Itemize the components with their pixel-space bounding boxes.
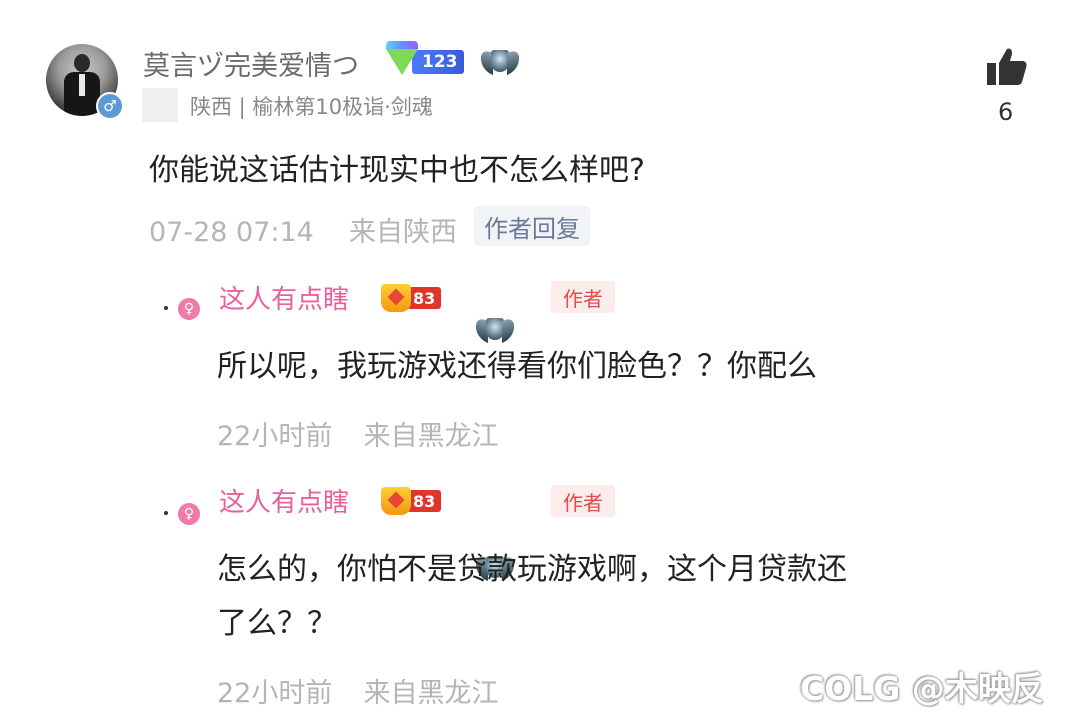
level-badge: 83 <box>381 486 442 516</box>
main-comment-meta: 07-28 07:14 来自陕西 <box>149 210 457 249</box>
reply-username[interactable]: 这人有点瞎 <box>219 279 349 316</box>
from-location: 来自黑龙江 <box>363 421 499 452</box>
reply-username[interactable]: 这人有点瞎 <box>219 482 349 519</box>
timestamp: 07-28 07:14 <box>149 217 314 248</box>
signature-image <box>142 88 178 122</box>
reply-text: 所以呢，我玩游戏还得看你们脸色？？你配么 <box>217 349 817 384</box>
crown-icon <box>381 284 411 312</box>
watermark: COLG @木映反 <box>800 669 1044 708</box>
main-avatar[interactable]: ♂ <box>46 44 124 120</box>
rank-wing-icon <box>481 45 519 79</box>
level-badge: 83 <box>381 283 442 313</box>
comment-thread: ♂ 莫言ヅ完美爱情つ 123 陕西 | 榆林第10极诣·剑魂 你能说这话估计现实… <box>0 0 1080 727</box>
author-reply-button[interactable]: 作者回复 <box>474 206 590 246</box>
from-location: 来自陕西 <box>349 217 458 248</box>
level-number: 83 <box>407 490 442 512</box>
crown-icon <box>381 487 411 515</box>
reply-meta: 22小时前 来自黑龙江 <box>217 414 499 453</box>
main-comment-text: 你能说这话估计现实中也不怎么样吧? <box>149 153 645 188</box>
thumbs-up-icon[interactable] <box>985 45 1029 89</box>
reply-bullet <box>164 511 168 515</box>
reply-bullet <box>164 306 168 310</box>
female-icon: ♀ <box>178 298 200 320</box>
diamond-icon <box>386 41 418 75</box>
reply-text-line: 怎么的，你怕不是贷款玩游戏啊，这个月贷款还 <box>217 552 847 587</box>
author-tag: 作者 <box>551 281 615 313</box>
reply-text-line: 了么？？ <box>217 606 337 641</box>
like-count: 6 <box>998 98 1014 126</box>
location-server-line: 陕西 | 榆林第10极诣·剑魂 <box>190 95 433 119</box>
level-number: 83 <box>407 287 442 309</box>
female-icon: ♀ <box>178 503 200 525</box>
author-tag: 作者 <box>551 485 615 517</box>
male-icon: ♂ <box>96 92 124 120</box>
from-location: 来自黑龙江 <box>363 678 499 709</box>
reply-meta: 22小时前 来自黑龙江 <box>217 671 499 710</box>
level-badge: 123 <box>386 41 464 78</box>
timestamp: 22小时前 <box>217 421 333 452</box>
timestamp: 22小时前 <box>217 678 333 709</box>
main-username[interactable]: 莫言ヅ完美爱情つ <box>143 44 359 83</box>
reply-text: 怎么的，你怕不是贷款玩游戏啊，这个月贷款还 了么？？ <box>217 543 957 651</box>
level-number: 123 <box>412 50 464 74</box>
